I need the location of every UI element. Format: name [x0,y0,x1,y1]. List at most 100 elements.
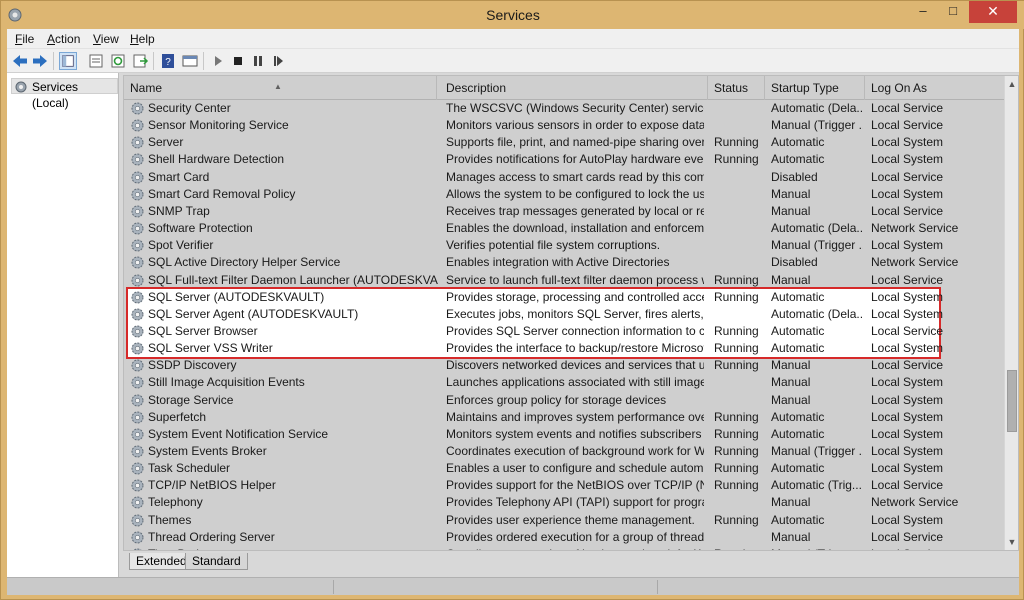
service-name: Themes [148,512,192,527]
service-startup-type: Manual [771,495,811,510]
vertical-scrollbar[interactable]: ▲ ▼ [1004,76,1018,550]
service-row[interactable]: SQL Active Directory Helper Service Enabl… [124,254,1004,271]
service-gear-icon [131,308,144,321]
service-row[interactable]: SQL Full-text Filter Daemon Launcher (AU… [124,272,1004,289]
column-header-name[interactable]: Name ▲ [124,76,437,100]
service-name: TCP/IP NetBIOS Helper [148,478,276,493]
restart-icon[interactable] [269,52,287,70]
title-bar[interactable]: Services – □ ✕ [1,1,1024,29]
tab-standard[interactable]: Standard [185,553,248,570]
service-row[interactable]: Software Protection Enables the download,… [124,220,1004,237]
service-row[interactable]: Storage Service Enforces group policy for… [124,392,1004,409]
scroll-up-icon[interactable]: ▲ [1005,76,1018,92]
service-startup-type: Manual [771,529,811,544]
service-name: SQL Server Browser [148,323,258,338]
menu-action[interactable]: Action [47,32,80,46]
service-log-on-as: Local System [871,444,944,458]
service-status: Running [714,323,759,338]
service-name: Task Scheduler [148,461,231,476]
service-row[interactable]: TCP/IP NetBIOS Helper Provides support fo… [124,477,1004,494]
service-log-on-as: Local Service [871,169,944,184]
service-log-on-as: Local System [871,392,944,407]
close-button[interactable]: ✕ [969,1,1017,23]
service-row[interactable]: SSDP Discovery Discovers networked device… [124,357,1004,374]
forward-icon[interactable] [31,52,49,70]
service-row[interactable]: Time Broker Coordinates execution of back… [124,546,1004,550]
menu-help[interactable]: Help [130,32,155,46]
menu-file[interactable]: File [15,32,34,46]
properties-icon[interactable] [87,52,105,70]
service-description: Executes jobs, monitors SQL Server, fire… [446,306,704,321]
service-row[interactable]: System Events Broker Coordinates executio… [124,443,1004,460]
service-name: SQL Server Agent (AUTODESKVAULT) [148,306,359,321]
service-startup-type: Manual [771,392,811,407]
maximize-icon: □ [949,3,957,18]
service-gear-icon [131,325,144,338]
service-description: Enables a user to configure and schedule… [446,461,704,476]
service-row[interactable]: Still Image Acquisition Events Launches a… [124,374,1004,391]
service-row[interactable]: Thread Ordering Server Provides ordered e… [124,529,1004,546]
service-row[interactable]: Themes Provides user experience theme man… [124,512,1004,529]
export-list-icon[interactable] [131,52,149,70]
column-header-log-on-as[interactable]: Log On As [865,76,1004,100]
show-hide-tree-icon[interactable] [59,52,77,70]
service-log-on-as: Local Service [871,101,944,115]
service-startup-type: Automatic [771,512,825,527]
toolbar-separator [203,52,204,70]
menu-view[interactable]: View [93,32,119,46]
service-name: SSDP Discovery [148,358,237,373]
service-row[interactable]: Server Supports file, print, and named-pi… [124,134,1004,151]
tab-extended[interactable]: Extended [129,553,194,570]
service-row[interactable]: Smart Card Removal Policy Allows the syst… [124,186,1004,203]
help-icon[interactable]: ? [159,52,177,70]
service-startup-type: Manual [771,272,811,287]
service-log-on-as: Local Service [871,547,991,550]
service-row[interactable]: Telephony Provides Telephony API (TAPI) s… [124,494,1004,511]
console-icon[interactable] [181,52,199,70]
service-row[interactable]: Spot Verifier Verifies potential file sys… [124,237,1004,254]
tree-item-services-local[interactable]: Services (Local) [11,78,118,110]
service-row[interactable]: System Event Notification Service Monitor… [124,426,1004,443]
scroll-down-icon[interactable]: ▼ [1005,534,1018,550]
service-row[interactable]: Shell Hardware Detection Provides notific… [124,151,1004,168]
column-header-status[interactable]: Status [708,76,765,100]
status-divider [333,580,334,594]
tree-item-label: Services (Local) [32,80,79,110]
service-row[interactable]: SQL Server (AUTODESKVAULT) Provides stora… [124,289,1004,306]
service-status: Running [714,358,759,373]
back-icon[interactable] [11,52,29,70]
service-row[interactable]: SNMP Trap Receives trap messages generate… [124,203,1004,220]
service-status [714,204,764,220]
service-status [714,170,764,186]
service-row[interactable]: SQL Server Browser Provides SQL Server co… [124,323,1004,340]
service-gear-icon [131,102,144,115]
service-log-on-as: Local System [871,306,944,321]
service-status: Running [714,461,759,476]
service-row[interactable]: Smart Card Manages access to smart cards … [124,169,1004,186]
service-gear-icon [131,188,144,201]
service-row[interactable]: Security Center The WSCSVC (Windows Secur… [124,100,1004,117]
refresh-icon[interactable] [109,52,127,70]
column-header-startup-type[interactable]: Startup Type [765,76,865,100]
service-startup-type: Manual [771,203,811,218]
pause-icon[interactable] [249,52,267,70]
service-row[interactable]: SQL Server VSS Writer Provides the interf… [124,340,1004,357]
service-row[interactable]: Superfetch Maintains and improves system … [124,409,1004,426]
service-log-on-as: Local System [871,341,944,356]
service-log-on-as: Local Service [871,529,944,544]
column-header-description[interactable]: Description [440,76,708,100]
service-row[interactable]: SQL Server Agent (AUTODESKVAULT) Executes… [124,306,1004,323]
status-bar [7,577,1019,595]
stop-icon[interactable] [229,52,247,70]
service-log-on-as: Local Service [871,118,944,133]
maximize-button[interactable]: □ [938,1,968,23]
service-startup-type: Automatic (Trig... [771,478,862,493]
service-row[interactable]: Task Scheduler Enables a user to configur… [124,460,1004,477]
scroll-thumb[interactable] [1007,370,1017,432]
minimize-button[interactable]: – [908,1,938,23]
service-description: Service to launch full-text filter daemo… [446,272,704,287]
service-startup-type: Automatic [771,135,825,150]
service-row[interactable]: Sensor Monitoring Service Monitors variou… [124,117,1004,134]
window-title: Services [486,7,540,23]
start-icon[interactable] [209,52,227,70]
